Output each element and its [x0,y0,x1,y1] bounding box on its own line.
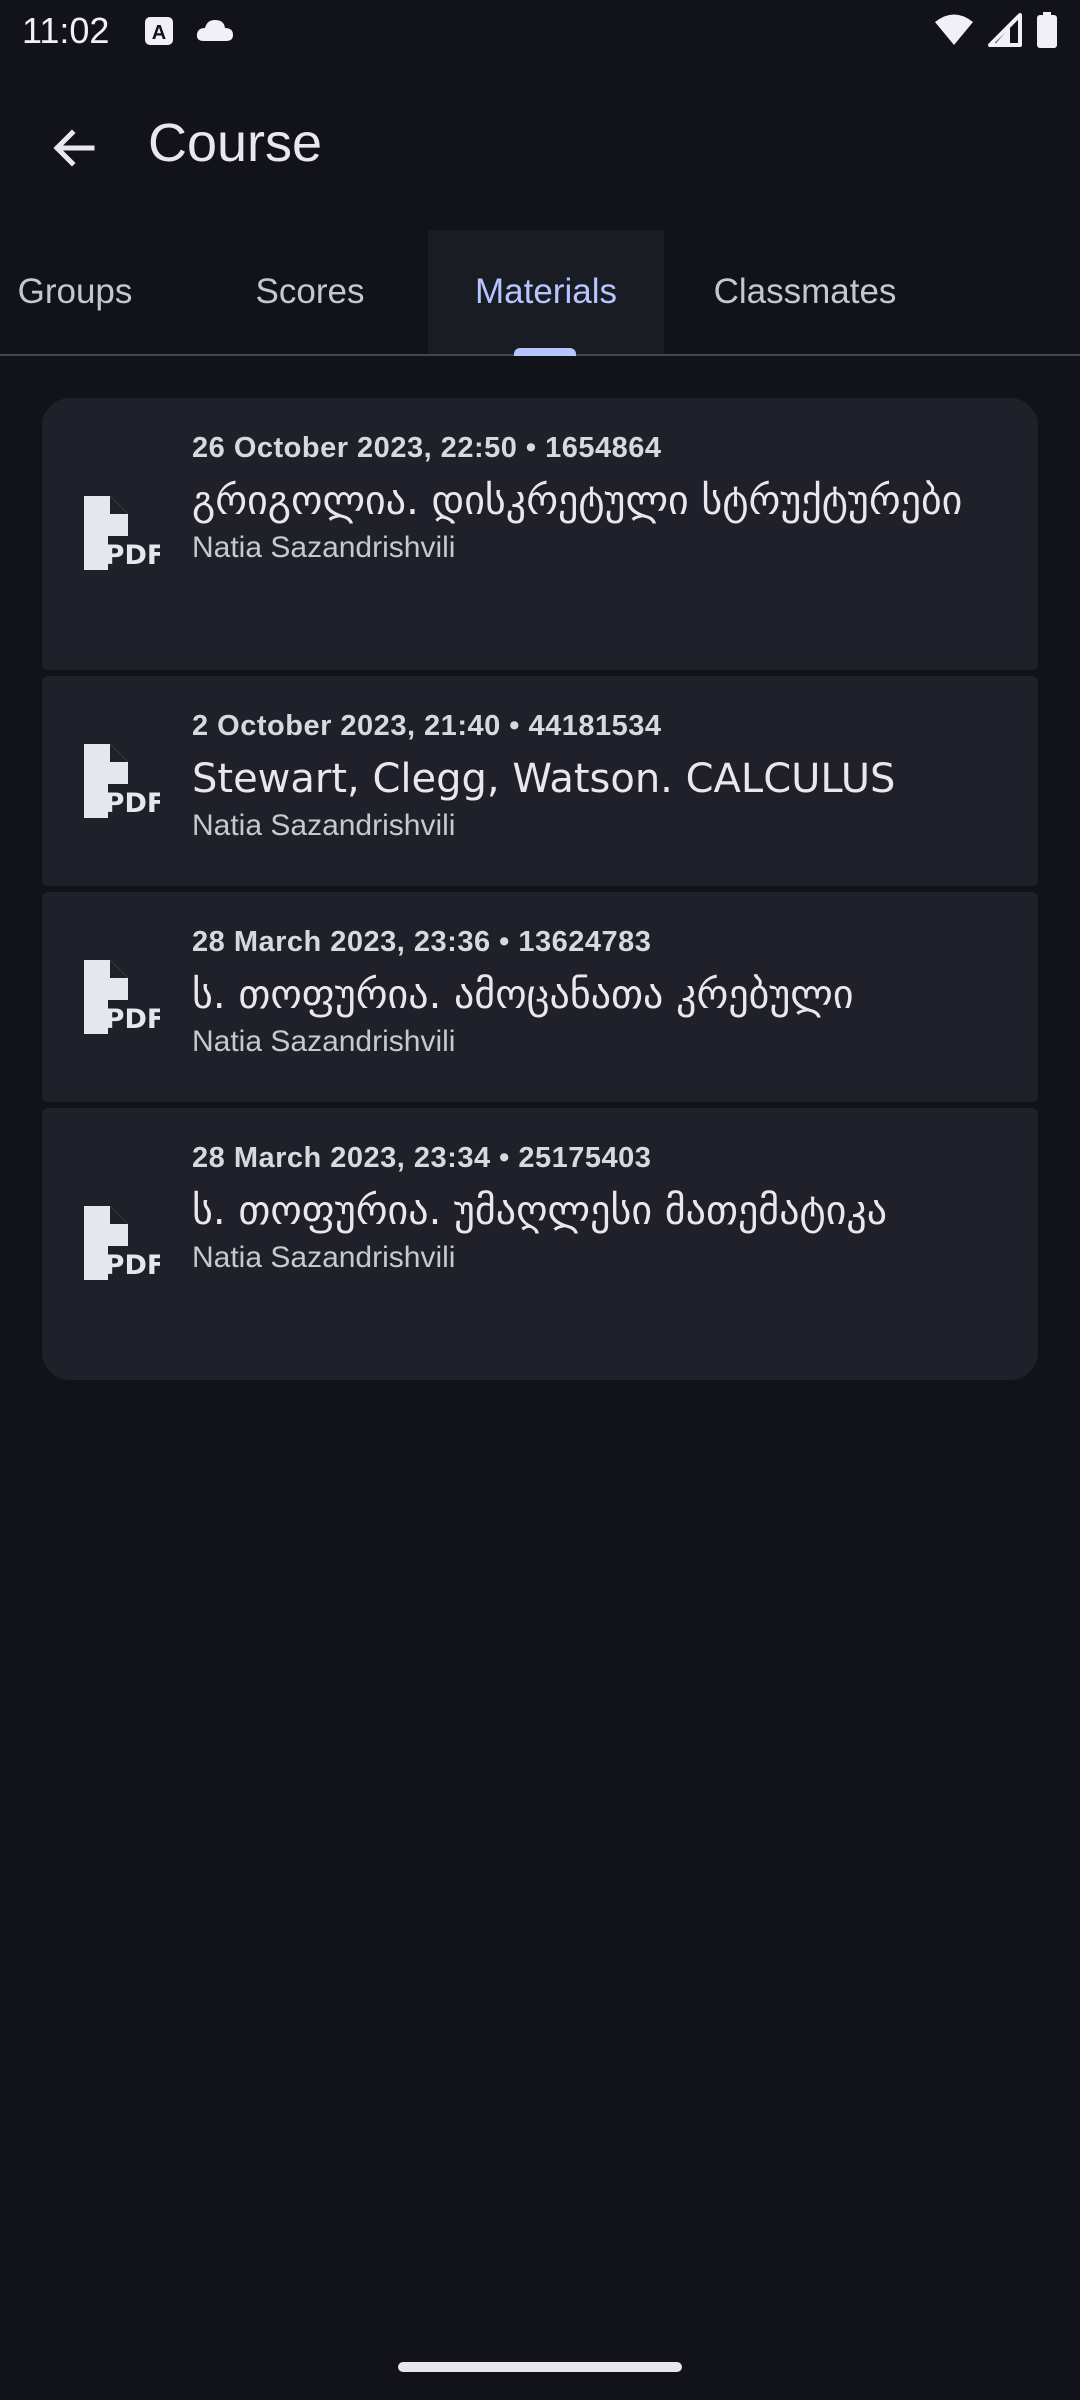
svg-text:PDF: PDF [105,1250,160,1281]
material-title: ს. თოფურია. უმაღლესი მათემატიკა [192,1188,888,1234]
material-text: 28 March 2023, 23:36 • 13624783 ს. თოფურ… [192,926,1008,1059]
material-text: 28 March 2023, 23:34 • 25175403 ს. თოფურ… [192,1142,1008,1275]
material-meta: 28 March 2023, 23:36 • 13624783 [192,926,652,958]
screen: 11:02 A Course Groups Scores Materials C… [0,0,1080,2400]
material-item[interactable]: PDF 28 March 2023, 23:34 • 25175403 ს. თ… [42,1108,1038,1380]
back-button[interactable] [34,110,114,190]
status-time: 11:02 [22,10,110,51]
tab-scores[interactable]: Scores [230,230,390,354]
pdf-file-icon: PDF [80,958,165,1038]
signal-icon [988,13,1022,52]
svg-text:PDF: PDF [105,1004,160,1035]
tab-classmates[interactable]: Classmates [690,230,920,354]
battery-icon [1036,12,1058,53]
material-meta: 26 October 2023, 22:50 • 1654864 [192,432,662,464]
materials-list: PDF 26 October 2023, 22:50 • 1654864 გრი… [42,398,1038,1386]
material-author: Natia Sazandrishvili [192,531,456,564]
tab-materials[interactable]: Materials [428,230,664,354]
material-item[interactable]: PDF 2 October 2023, 21:40 • 44181534 Ste… [42,676,1038,886]
svg-text:A: A [152,22,166,44]
cloud-icon [194,14,236,48]
material-meta: 28 March 2023, 23:34 • 25175403 [192,1142,652,1174]
material-title: Stewart, Clegg, Watson. CALCULUS [192,756,896,802]
home-indicator[interactable] [398,2362,682,2372]
material-meta: 2 October 2023, 21:40 • 44181534 [192,710,662,742]
page-title: Course [148,113,323,173]
material-title: ს. თოფურია. ამოცანათა კრებული [192,972,854,1018]
material-item[interactable]: PDF 28 March 2023, 23:36 • 13624783 ს. თ… [42,892,1038,1102]
material-author: Natia Sazandrishvili [192,1025,456,1058]
arrow-back-icon [50,124,98,177]
material-item[interactable]: PDF 26 October 2023, 22:50 • 1654864 გრი… [42,398,1038,670]
svg-text:PDF: PDF [105,540,160,571]
material-title: გრიგოლია. დისკრეტული სტრუქტურები [192,478,963,524]
app-bar: Course [0,88,1080,208]
wifi-icon [934,13,974,52]
tab-bar: Groups Scores Materials Classmates [0,230,1080,356]
material-text: 26 October 2023, 22:50 • 1654864 გრიგოლი… [192,432,1008,565]
pdf-file-icon: PDF [80,1204,165,1284]
material-author: Natia Sazandrishvili [192,1241,456,1274]
pdf-file-icon: PDF [80,742,165,822]
a-notification-icon: A [142,14,176,48]
tab-groups[interactable]: Groups [0,230,150,354]
status-bar: 11:02 A [0,0,1080,64]
status-right-icons [934,12,1058,53]
svg-text:PDF: PDF [105,788,160,819]
tab-indicator [514,348,576,356]
pdf-file-icon: PDF [80,494,165,574]
material-text: 2 October 2023, 21:40 • 44181534 Stewart… [192,710,1008,843]
material-author: Natia Sazandrishvili [192,809,456,842]
